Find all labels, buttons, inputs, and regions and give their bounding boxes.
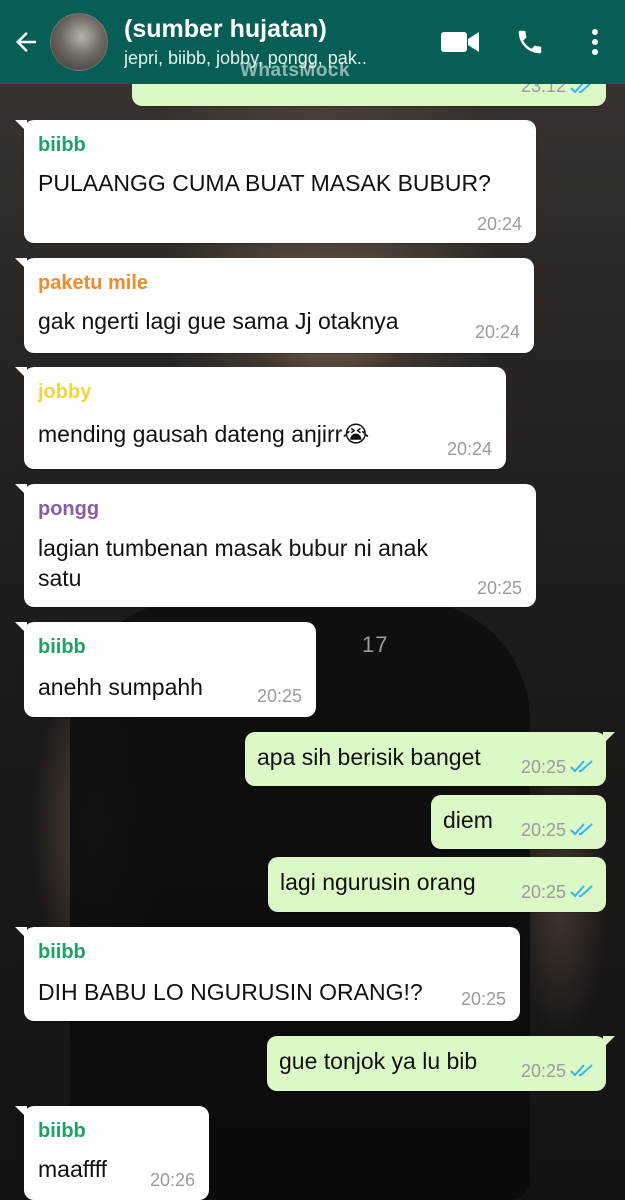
message-time: 20:24 [476, 214, 522, 234]
message-text: apa sih berisik banget [257, 744, 481, 770]
message-sender: biibb [38, 1120, 86, 1142]
message-incoming[interactable]: biibb DIH BABU LO NGURUSIN ORANG!? 20:25 [15, 927, 520, 1021]
message-incoming[interactable]: biibb maaffff 20:26 [15, 1106, 209, 1200]
message-time: 20:25 [520, 882, 566, 902]
message-text: anehh sumpahh [38, 674, 203, 700]
double-check-icon [570, 823, 593, 836]
message-text: mending gausah dateng anjirr😭 [38, 421, 370, 447]
message-sender: biibb [38, 636, 86, 658]
message-time: 20:25 [520, 1061, 566, 1081]
message-time: 20:25 [460, 989, 506, 1009]
message-time: 20:24 [446, 439, 492, 459]
message-time: 20:25 [520, 820, 566, 840]
double-check-icon [570, 885, 593, 898]
message-incoming[interactable]: jobby mending gausah dateng anjirr😭 20:2… [15, 367, 506, 469]
message-time: 20:25 [256, 686, 302, 706]
message-sender: pongg [38, 498, 100, 520]
message-text-line-2: satu [38, 565, 82, 591]
message-incoming[interactable]: pongg lagian tumbenan masak bubur ni ana… [15, 484, 536, 607]
double-check-icon [570, 1064, 593, 1077]
message-incoming[interactable]: paketu mile gak ngerti lagi gue sama Jj … [15, 258, 534, 353]
back-arrow-icon[interactable] [4, 0, 48, 84]
message-text: diem [443, 807, 493, 833]
message-incoming[interactable]: biibb anehh sumpahh 20:25 [15, 622, 316, 717]
more-options-icon[interactable] [565, 0, 625, 84]
message-outgoing[interactable]: diem 20:25 [431, 795, 606, 849]
message-time: 20:25 [520, 757, 566, 777]
message-sender: biibb [38, 941, 86, 963]
message-sender: biibb [38, 134, 86, 156]
double-check-icon [570, 760, 593, 773]
message-text: maaffff [38, 1156, 108, 1182]
message-text-line-1: lagian tumbenan masak bubur ni anak [38, 535, 428, 561]
phone-icon[interactable] [495, 0, 565, 84]
message-time: 20:24 [474, 322, 520, 342]
message-text: lagi ngurusin orang [280, 869, 476, 895]
message-time: 20:25 [476, 578, 522, 598]
message-incoming[interactable]: biibb PULAANGG CUMA BUAT MASAK BUBUR? 20… [15, 120, 536, 243]
wallpaper-shirt-number: 17 [362, 632, 389, 657]
message-text: gue tonjok ya lu bib [279, 1048, 478, 1074]
message-outgoing[interactable]: lagi ngurusin orang 20:25 [268, 857, 606, 912]
watermark-text: WhatsMock [240, 60, 351, 81]
message-text: PULAANGG CUMA BUAT MASAK BUBUR? [38, 170, 491, 196]
video-call-icon[interactable] [425, 0, 495, 84]
group-name: (sumber hujatan) [124, 15, 327, 43]
message-text: gak ngerti lagi gue sama Jj otaknya [38, 308, 399, 334]
message-outgoing[interactable]: gue tonjok ya lu bib 20:25 [267, 1036, 615, 1091]
message-sender: paketu mile [38, 272, 149, 294]
message-text: DIH BABU LO NGURUSIN ORANG!? [38, 979, 423, 1005]
message-sender: jobby [38, 381, 92, 403]
header-actions [425, 0, 625, 84]
message-outgoing[interactable]: apa sih berisik banget 20:25 [245, 732, 615, 786]
message-time: 20:26 [149, 1170, 195, 1190]
group-avatar[interactable] [50, 13, 108, 71]
